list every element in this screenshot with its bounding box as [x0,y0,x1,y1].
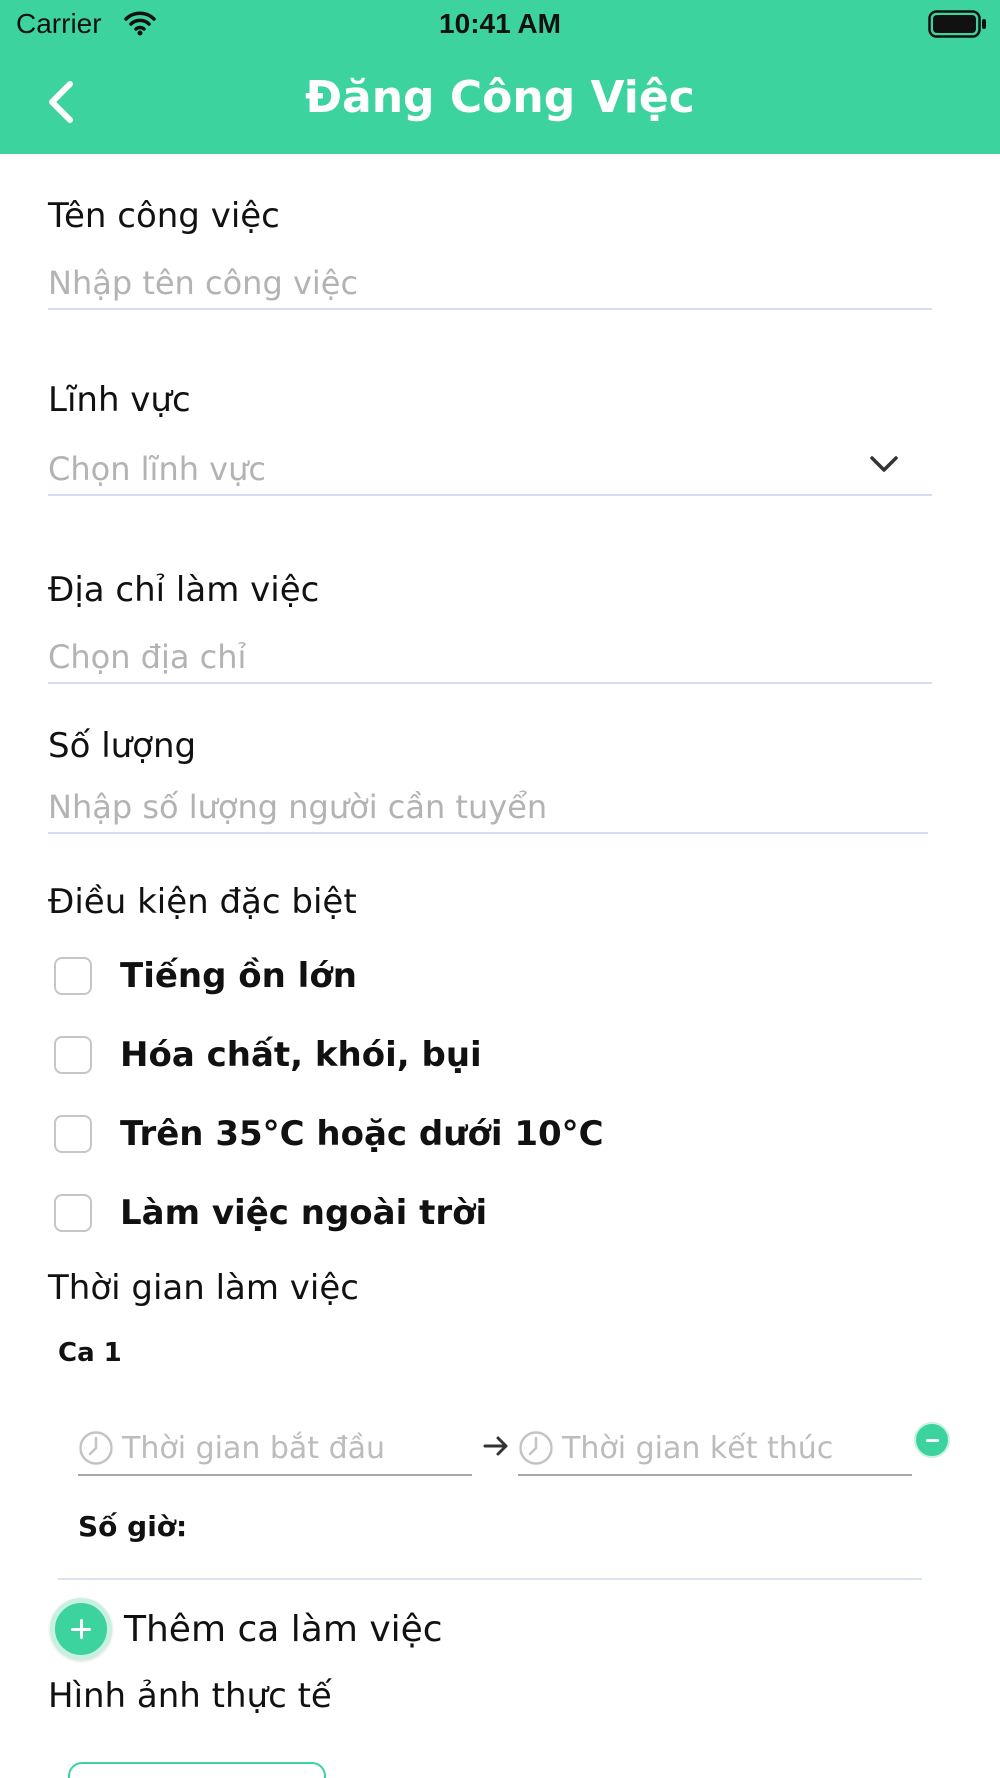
add-shift-button[interactable]: Thêm ca làm việc [50,1598,443,1660]
photos-label: Hình ảnh thực tế [48,1676,332,1716]
clock-icon [519,1431,553,1465]
add-shift-label: Thêm ca làm việc [124,1608,443,1650]
chevron-down-icon[interactable] [868,448,900,480]
clock-icon [79,1431,113,1465]
app-header: Carrier 10:41 AM Đăng Công Việc [0,0,1000,154]
work-time-label: Thời gian làm việc [48,1268,359,1308]
end-time-placeholder: Thời gian kết thúc [562,1430,834,1466]
checkbox[interactable] [54,957,92,995]
condition-option[interactable]: Tiếng ồn lớn [54,954,357,998]
quantity-label: Số lượng [48,726,197,766]
condition-label: Trên 35°C hoặc dưới 10°C [120,1114,604,1154]
special-conditions-label: Điều kiện đặc biệt [48,882,357,922]
checkbox[interactable] [54,1036,92,1074]
condition-label: Làm việc ngoài trời [120,1193,488,1233]
divider [58,1578,922,1580]
condition-label: Tiếng ồn lớn [120,956,357,996]
status-bar: Carrier 10:41 AM [0,0,1000,50]
field-select[interactable] [48,444,932,496]
battery-icon [928,10,986,38]
checkbox[interactable] [54,1194,92,1232]
plus-icon [50,1598,112,1660]
condition-option[interactable]: Làm việc ngoài trời [54,1191,487,1235]
photo-upload-button[interactable] [68,1762,326,1778]
quantity-input[interactable] [48,782,928,834]
address-select[interactable] [48,632,932,684]
start-time-picker[interactable]: Thời gian bắt đầu [78,1422,472,1476]
job-name-input[interactable] [48,258,932,310]
condition-option[interactable]: Hóa chất, khói, bụi [54,1033,482,1077]
field-label: Lĩnh vực [48,380,191,420]
address-label: Địa chỉ làm việc [48,570,320,610]
end-time-picker[interactable]: Thời gian kết thúc [518,1422,912,1476]
checkbox[interactable] [54,1115,92,1153]
condition-option[interactable]: Trên 35°C hoặc dưới 10°C [54,1112,604,1156]
page-title: Đăng Công Việc [305,72,695,123]
shift-title: Ca 1 [58,1338,122,1368]
remove-shift-button[interactable] [914,1422,950,1458]
start-time-placeholder: Thời gian bắt đầu [122,1430,386,1466]
arrow-right-icon [483,1436,508,1456]
job-name-label: Tên công việc [48,196,280,236]
hours-label: Số giờ: [78,1510,188,1543]
condition-label: Hóa chất, khói, bụi [120,1035,482,1075]
status-time: 10:41 AM [439,8,561,39]
